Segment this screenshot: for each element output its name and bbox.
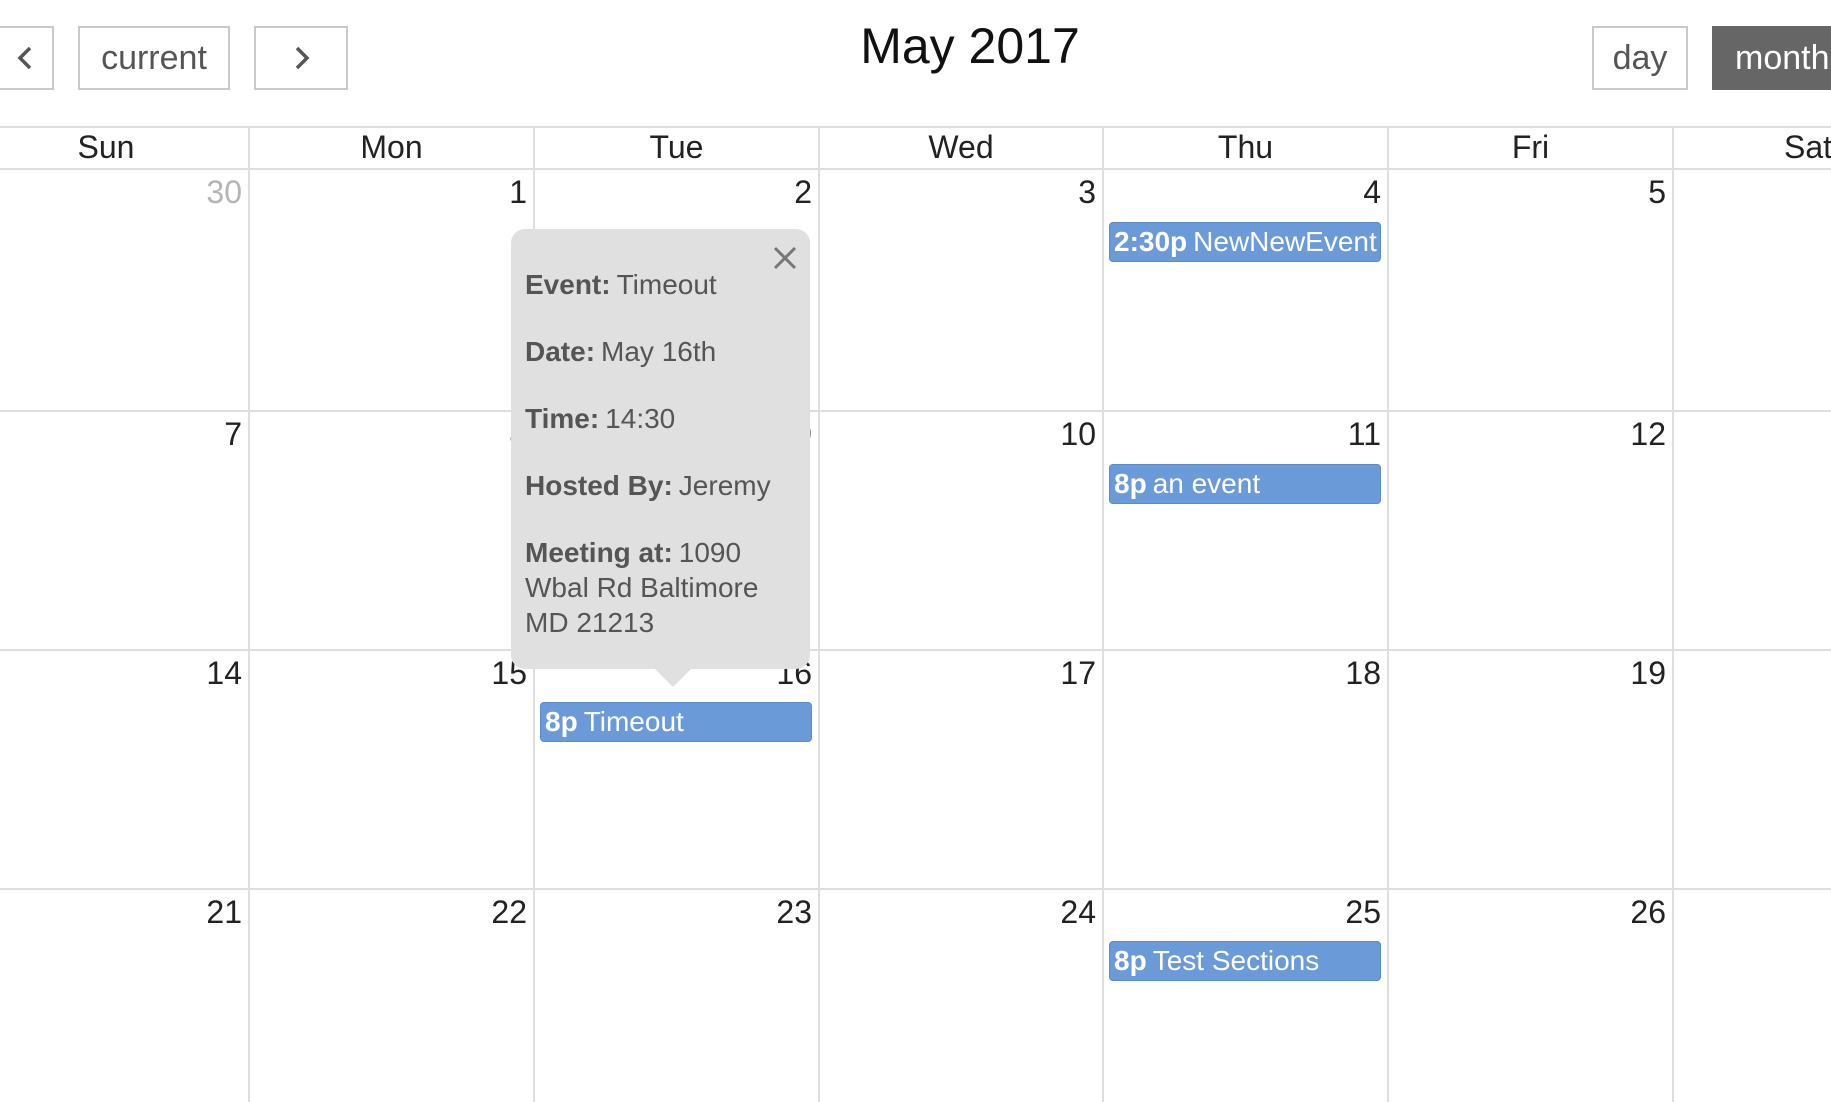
day-number[interactable]: 1 <box>437 172 527 212</box>
day-number[interactable]: 30 <box>152 172 242 212</box>
day-number[interactable]: 5 <box>1576 172 1666 212</box>
day-number[interactable]: 24 <box>1006 892 1096 932</box>
popover-host-row: Hosted By: Jeremy <box>525 468 794 503</box>
grid-line <box>1672 126 1674 1102</box>
weekday-header: Sun <box>77 129 135 165</box>
event-title: Timeout <box>583 706 684 737</box>
grid-line <box>0 888 1831 890</box>
calendar-event[interactable]: 8p Test Sections <box>1109 941 1381 981</box>
day-number[interactable]: 11 <box>1291 414 1381 454</box>
calendar-title: May 2017 <box>860 18 1080 74</box>
popover-date-row: Date: May 16th <box>525 334 794 369</box>
day-number[interactable]: 22 <box>437 892 527 932</box>
event-time: 8p <box>1114 468 1147 499</box>
grid-line <box>0 410 1831 412</box>
calendar-event[interactable]: 8p Timeout <box>540 702 812 742</box>
weekday-header: Wed <box>928 129 994 165</box>
popover-value: Jeremy <box>678 470 771 501</box>
day-number[interactable]: 2 <box>722 172 812 212</box>
popover-label: Meeting at: <box>525 537 673 568</box>
day-number[interactable]: 4 <box>1291 172 1381 212</box>
weekday-header: Mon <box>360 129 423 165</box>
grid-line <box>1387 126 1389 1102</box>
day-number[interactable]: 12 <box>1576 414 1666 454</box>
day-number[interactable]: 7 <box>152 414 242 454</box>
close-icon[interactable] <box>770 243 800 273</box>
popover-label: Time: <box>525 403 600 434</box>
event-title: NewNewEvent <box>1193 226 1377 257</box>
popover-time-row: Time: 14:30 <box>525 401 794 436</box>
popover-location-row: Meeting at: 1090 Wbal Rd Baltimore MD 212… <box>525 535 794 640</box>
grid-line <box>0 168 1831 170</box>
day-number[interactable]: 17 <box>1006 653 1096 693</box>
calendar-event[interactable]: 8p an event <box>1109 464 1381 504</box>
weekday-header: Sat <box>1784 129 1831 165</box>
popover-label: Hosted By: <box>525 470 673 501</box>
weekday-header: Tue <box>649 129 704 165</box>
event-title: an event <box>1152 468 1261 499</box>
event-time: 8p <box>545 706 578 737</box>
popover-value: 14:30 <box>605 403 676 434</box>
day-number[interactable]: 25 <box>1291 892 1381 932</box>
popover-value: Timeout <box>616 269 717 300</box>
day-number[interactable]: 14 <box>152 653 242 693</box>
event-time: 2:30p <box>1114 226 1188 257</box>
popover-label: Date: <box>525 336 596 367</box>
grid-line <box>818 126 820 1102</box>
grid-line <box>0 649 1831 651</box>
event-title: Test Sections <box>1152 945 1320 976</box>
weekday-header: Fri <box>1511 129 1550 165</box>
day-number[interactable]: 19 <box>1576 653 1666 693</box>
day-number[interactable]: 23 <box>722 892 812 932</box>
grid-line <box>248 126 250 1102</box>
day-number[interactable]: 18 <box>1291 653 1381 693</box>
day-number[interactable]: 3 <box>1006 172 1096 212</box>
grid-line <box>1102 126 1104 1102</box>
day-number[interactable]: 21 <box>152 892 242 932</box>
event-popover: Event: Timeout Date: May 16th Time: 14:30 H… <box>511 229 810 687</box>
day-number[interactable]: 10 <box>1006 414 1096 454</box>
day-number[interactable]: 26 <box>1576 892 1666 932</box>
month-grid: Sun Mon Tue Wed Thu Fri Sat 30 1 2 3 4 5… <box>0 126 1831 1102</box>
weekday-header: Thu <box>1217 129 1274 165</box>
popover-value: May 16th <box>601 336 717 367</box>
calendar-event[interactable]: 2:30p NewNewEvent <box>1109 222 1381 262</box>
event-time: 8p <box>1114 945 1147 976</box>
popover-label: Event: <box>525 269 611 300</box>
day-view-button[interactable]: day <box>1592 26 1688 90</box>
popover-event-row: Event: Timeout <box>525 267 794 302</box>
month-view-button[interactable]: month <box>1712 26 1831 90</box>
